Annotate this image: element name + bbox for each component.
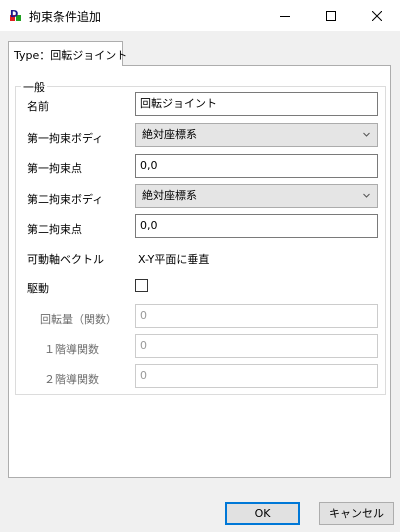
- name-input[interactable]: 回転ジョイント: [135, 92, 378, 116]
- drive-checkbox[interactable]: [135, 279, 148, 292]
- close-icon: [372, 10, 382, 21]
- body2-select-value: 絶対座標系: [142, 189, 197, 202]
- deriv2-input[interactable]: 0: [135, 364, 378, 388]
- dialog-window: D 拘束条件追加 Type：回転ジョイント 一般 名前 回転ジョイント 第一拘束…: [0, 0, 400, 532]
- rotation-input[interactable]: 0: [135, 304, 378, 328]
- maximize-icon: [326, 10, 336, 21]
- chevron-down-icon: [363, 132, 370, 137]
- body1-label: 第一拘束ボディ: [27, 132, 104, 145]
- drive-label: 駆動: [27, 282, 49, 295]
- cancel-button[interactable]: キャンセル: [319, 502, 394, 525]
- body2-select[interactable]: 絶対座標系: [135, 184, 378, 208]
- ok-button[interactable]: OK: [225, 502, 300, 525]
- tab-label: Type：回転ジョイント: [14, 49, 128, 62]
- body2-label: 第二拘束ボディ: [27, 193, 104, 206]
- svg-text:D: D: [10, 9, 18, 20]
- axis-value: X-Y平面に垂直: [138, 253, 210, 266]
- deriv1-label: １階導関数: [44, 343, 99, 356]
- body1-select[interactable]: 絶対座標系: [135, 123, 378, 147]
- close-button[interactable]: [354, 0, 400, 31]
- point2-label: 第二拘束点: [27, 223, 82, 236]
- rotation-label: 回転量（関数）: [40, 313, 117, 326]
- name-label: 名前: [27, 100, 49, 113]
- deriv1-input[interactable]: 0: [135, 334, 378, 358]
- point2-input[interactable]: 0,0: [135, 214, 378, 238]
- app-icon: D: [9, 8, 23, 22]
- maximize-button[interactable]: [308, 0, 354, 31]
- deriv2-label: ２階導関数: [44, 373, 99, 386]
- minimize-button[interactable]: [262, 0, 308, 31]
- chevron-down-icon: [363, 193, 370, 198]
- window-title: 拘束条件追加: [29, 10, 102, 24]
- title-bar: D 拘束条件追加: [0, 0, 400, 31]
- group-title: 一般: [21, 79, 47, 95]
- minimize-icon: [280, 15, 290, 17]
- point1-input[interactable]: 0,0: [135, 154, 378, 178]
- point1-label: 第一拘束点: [27, 162, 82, 175]
- axis-label: 可動軸ベクトル: [27, 253, 104, 266]
- body1-select-value: 絶対座標系: [142, 128, 197, 141]
- tab-type[interactable]: Type：回転ジョイント: [8, 41, 127, 66]
